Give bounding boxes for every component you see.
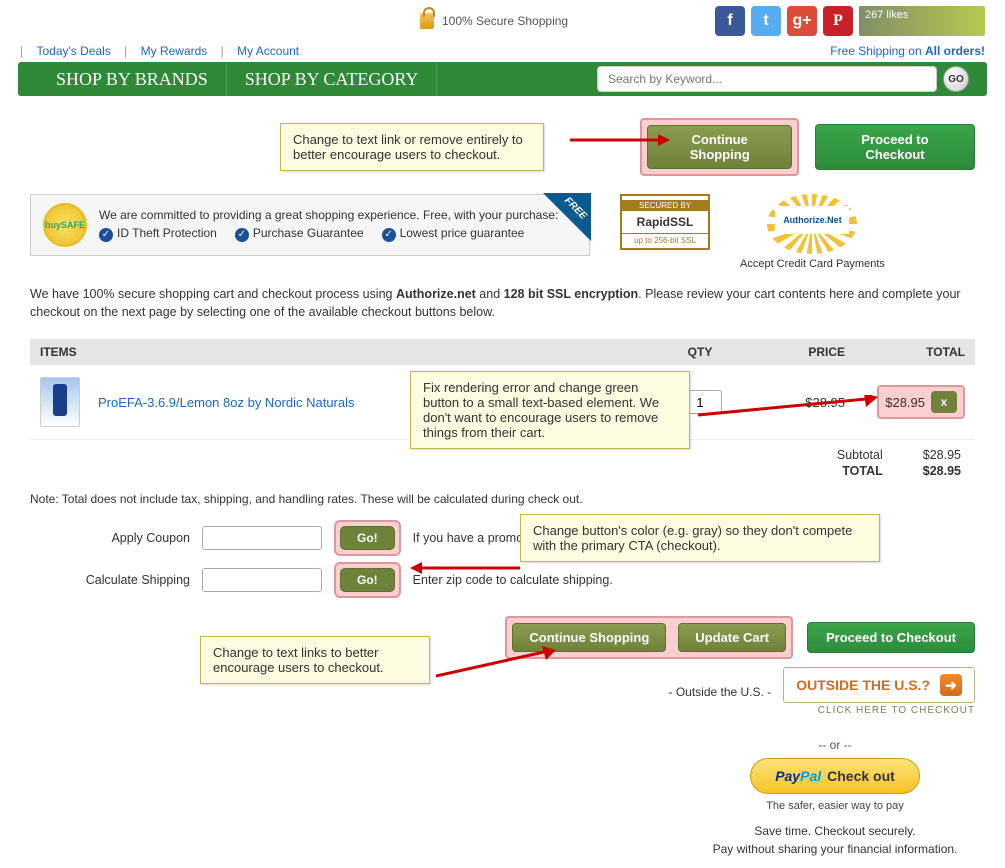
shipping-hint: Enter zip code to calculate shipping. xyxy=(413,573,613,587)
calculate-shipping-label: Calculate Shipping xyxy=(30,573,190,587)
or-divider: -- or -- xyxy=(695,738,975,752)
buysafe-block: buySAFE We are committed to providing a … xyxy=(30,194,590,256)
highlight-remove: $28.95 x xyxy=(877,385,965,419)
nav-shop-by-brands[interactable]: SHOP BY BRANDS xyxy=(38,62,227,96)
highlight-go-shipping: Go! xyxy=(334,562,401,598)
free-shipping-banner: Free Shipping on All orders! xyxy=(830,44,985,58)
main-nav: SHOP BY BRANDS SHOP BY CATEGORY GO xyxy=(18,62,987,96)
annotation-remove: Fix rendering error and change green but… xyxy=(410,371,690,449)
remove-item-button[interactable]: x xyxy=(931,391,957,413)
proceed-to-checkout-button-bottom[interactable]: Proceed to Checkout xyxy=(807,622,975,653)
guarantee-lowest-price: Lowest price guarantee xyxy=(382,226,525,242)
search-go-button[interactable]: GO xyxy=(943,66,969,92)
intro-text: We have 100% secure shopping cart and ch… xyxy=(30,286,975,321)
twitter-icon[interactable]: t xyxy=(751,6,781,36)
outside-us-sub: CLICK HERE TO CHECKOUT xyxy=(783,705,975,716)
continue-shopping-button-bottom[interactable]: Continue Shopping xyxy=(512,623,666,652)
continue-shopping-button-top[interactable]: Continue Shopping xyxy=(647,125,791,169)
pay-without-text: Pay without sharing your financial infor… xyxy=(695,842,975,856)
guarantee-id-theft: ID Theft Protection xyxy=(99,226,217,242)
arrow-right-icon: ➜ xyxy=(940,674,962,696)
likes-badge: 267 likes xyxy=(859,6,985,36)
search-input[interactable] xyxy=(597,66,937,92)
outside-us-button[interactable]: OUTSIDE THE U.S.? ➜ xyxy=(783,667,975,703)
product-thumbnail[interactable] xyxy=(40,377,80,427)
authorizenet-sub: Accept Credit Card Payments xyxy=(740,258,885,270)
nav-shop-by-category[interactable]: SHOP BY CATEGORY xyxy=(227,62,438,96)
tax-shipping-note: Note: Total does not include tax, shippi… xyxy=(30,492,975,506)
product-link[interactable]: ProEFA-3.6.9/Lemon 8oz by Nordic Natural… xyxy=(98,395,355,410)
highlight-go-coupon: Go! xyxy=(334,520,401,556)
cart-header: ITEMS QTY PRICE TOTAL xyxy=(30,339,975,365)
link-my-account[interactable]: My Account xyxy=(237,44,299,58)
link-my-rewards[interactable]: My Rewards xyxy=(141,44,208,58)
line-price: $28.95 xyxy=(745,395,845,410)
buysafe-badge-icon: buySAFE xyxy=(43,203,87,247)
googleplus-icon[interactable]: g+ xyxy=(787,6,817,36)
save-time-text: Save time. Checkout securely. xyxy=(695,824,975,838)
annotation-color: Change button's color (e.g. gray) so the… xyxy=(520,514,880,562)
outside-us-label: - Outside the U.S. - xyxy=(669,685,772,699)
header-total: TOTAL xyxy=(845,345,965,359)
update-cart-button[interactable]: Update Cart xyxy=(678,623,786,652)
secure-shopping-text: 100% Secure Shopping xyxy=(442,14,568,28)
shipping-zip-input[interactable] xyxy=(202,568,322,592)
header-items: ITEMS xyxy=(40,345,655,359)
authorizenet-seal-icon: Authorize.Net xyxy=(767,194,857,254)
top-links: | Today's Deals | My Rewards | My Accoun… xyxy=(20,44,309,58)
paypal-checkout-button[interactable]: PayPal Check out xyxy=(750,758,920,794)
authorizenet-block: Authorize.Net Accept Credit Card Payment… xyxy=(740,194,885,270)
free-corner-icon: FREE xyxy=(543,193,591,241)
annotation-top: Change to text link or remove entirely t… xyxy=(280,123,544,171)
link-todays-deals[interactable]: Today's Deals xyxy=(36,44,110,58)
apply-coupon-label: Apply Coupon xyxy=(30,531,190,545)
annotation-bottom: Change to text links to better encourage… xyxy=(200,636,430,684)
calculate-shipping-button[interactable]: Go! xyxy=(340,568,395,592)
cart-row: ProEFA-3.6.9/Lemon 8oz by Nordic Natural… xyxy=(30,365,975,440)
buysafe-headline: We are committed to providing a great sh… xyxy=(99,208,558,222)
header-price: PRICE xyxy=(745,345,845,359)
lock-icon xyxy=(420,13,434,29)
highlight-bottom-buttons: Continue Shopping Update Cart xyxy=(505,616,793,659)
highlight-continue-top: Continue Shopping xyxy=(640,118,798,176)
paypal-subtext: The safer, easier way to pay xyxy=(695,800,975,812)
coupon-input[interactable] xyxy=(202,526,322,550)
guarantee-purchase: Purchase Guarantee xyxy=(235,226,364,242)
rapidssl-badge: SECURED BY RapidSSL up to 256-bit SSL xyxy=(620,194,710,250)
proceed-to-checkout-button-top[interactable]: Proceed to Checkout xyxy=(815,124,975,170)
pinterest-icon[interactable]: P xyxy=(823,6,853,36)
header-qty: QTY xyxy=(655,345,745,359)
apply-coupon-button[interactable]: Go! xyxy=(340,526,395,550)
facebook-icon[interactable]: f xyxy=(715,6,745,36)
line-total: $28.95 xyxy=(885,395,925,410)
